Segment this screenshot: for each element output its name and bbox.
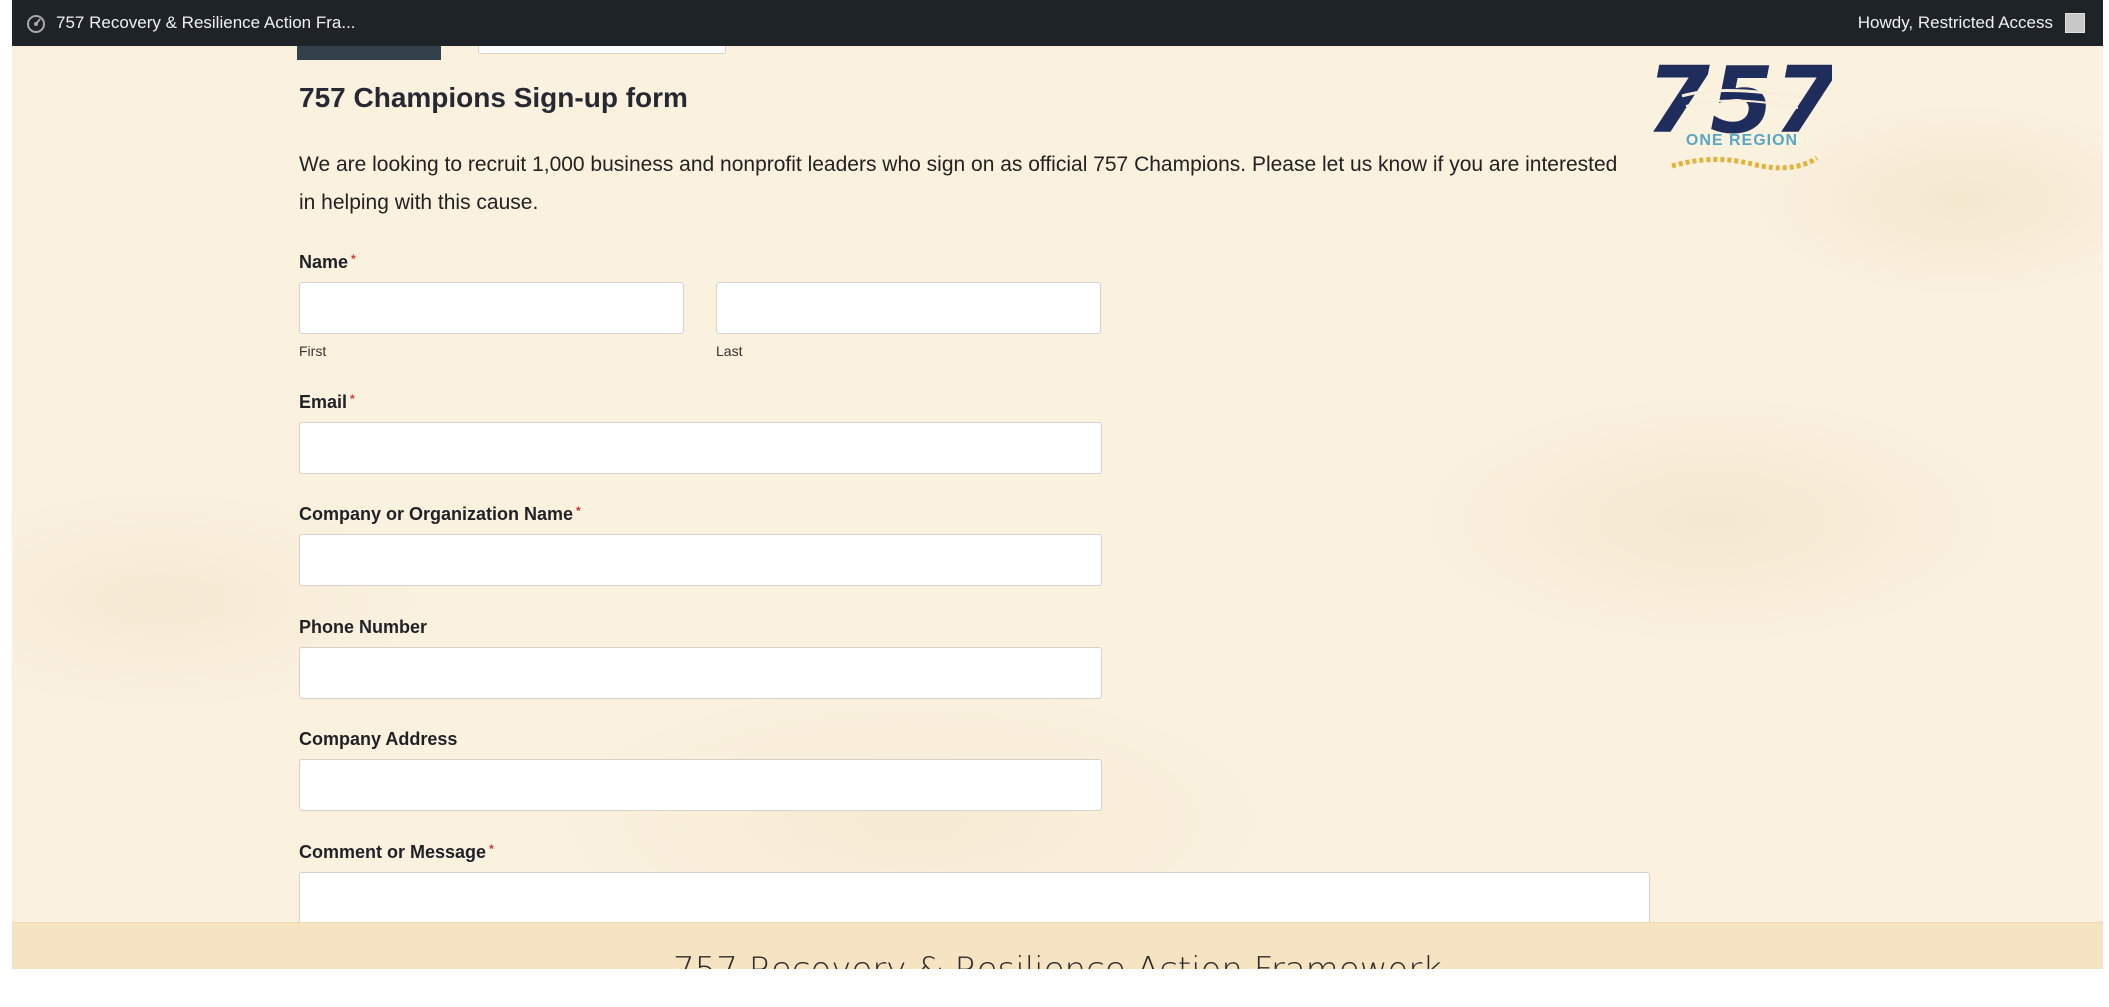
phone-label: Phone Number — [299, 617, 428, 637]
window-frame-left — [0, 0, 12, 1007]
admin-bar-site-title[interactable]: 757 Recovery & Resilience Action Fra... — [56, 13, 356, 33]
header-button-secondary[interactable] — [478, 46, 726, 54]
company-input[interactable] — [299, 534, 1102, 586]
admin-bar-greeting[interactable]: Howdy, Restricted Access — [1858, 13, 2053, 33]
required-marker: * — [350, 392, 355, 406]
avatar[interactable] — [2065, 13, 2085, 33]
email-label-text: Email — [299, 392, 348, 412]
logo-subtitle: ONE REGION — [1685, 132, 1799, 149]
window-frame-bottom — [0, 969, 2109, 1007]
comment-label-text: Comment or Message — [299, 842, 487, 862]
first-name-sublabel: First — [299, 343, 327, 359]
name-label: Name * — [299, 252, 356, 273]
phone-input[interactable] — [299, 647, 1102, 699]
footer-band: 757 Recovery & Resilience Action Framewo… — [12, 922, 2103, 969]
dashboard-icon — [27, 15, 45, 33]
page: 757 Recovery & Resilience Action Fra... … — [12, 0, 2103, 969]
admin-bar: 757 Recovery & Resilience Action Fra... … — [12, 0, 2103, 46]
last-name-input[interactable] — [716, 282, 1101, 334]
address-label: Company Address — [299, 729, 458, 749]
last-name-sublabel: Last — [716, 343, 743, 359]
admin-bar-account[interactable]: Howdy, Restricted Access — [1858, 13, 2085, 33]
comment-label: Comment or Message * — [299, 842, 494, 863]
email-input[interactable] — [299, 422, 1102, 474]
footer-title-link[interactable]: 757 Recovery & Resilience Action Framewo… — [673, 951, 1442, 969]
required-marker: * — [576, 504, 581, 518]
email-label: Email * — [299, 392, 355, 413]
address-input[interactable] — [299, 759, 1102, 811]
window-frame-right — [2103, 0, 2109, 1007]
form-title: 757 Champions Sign-up form — [299, 82, 688, 113]
form-intro: We are looking to recruit 1,000 business… — [299, 153, 1618, 214]
required-marker: * — [351, 252, 356, 266]
757-logo: 757 — [1652, 47, 1832, 171]
company-label: Company or Organization Name * — [299, 504, 581, 525]
required-marker: * — [489, 842, 494, 856]
name-label-text: Name — [299, 252, 349, 272]
header-button-primary[interactable] — [297, 46, 441, 60]
admin-bar-site[interactable]: 757 Recovery & Resilience Action Fra... — [26, 13, 356, 33]
first-name-input[interactable] — [299, 282, 684, 334]
company-label-text: Company or Organization Name — [299, 504, 574, 524]
